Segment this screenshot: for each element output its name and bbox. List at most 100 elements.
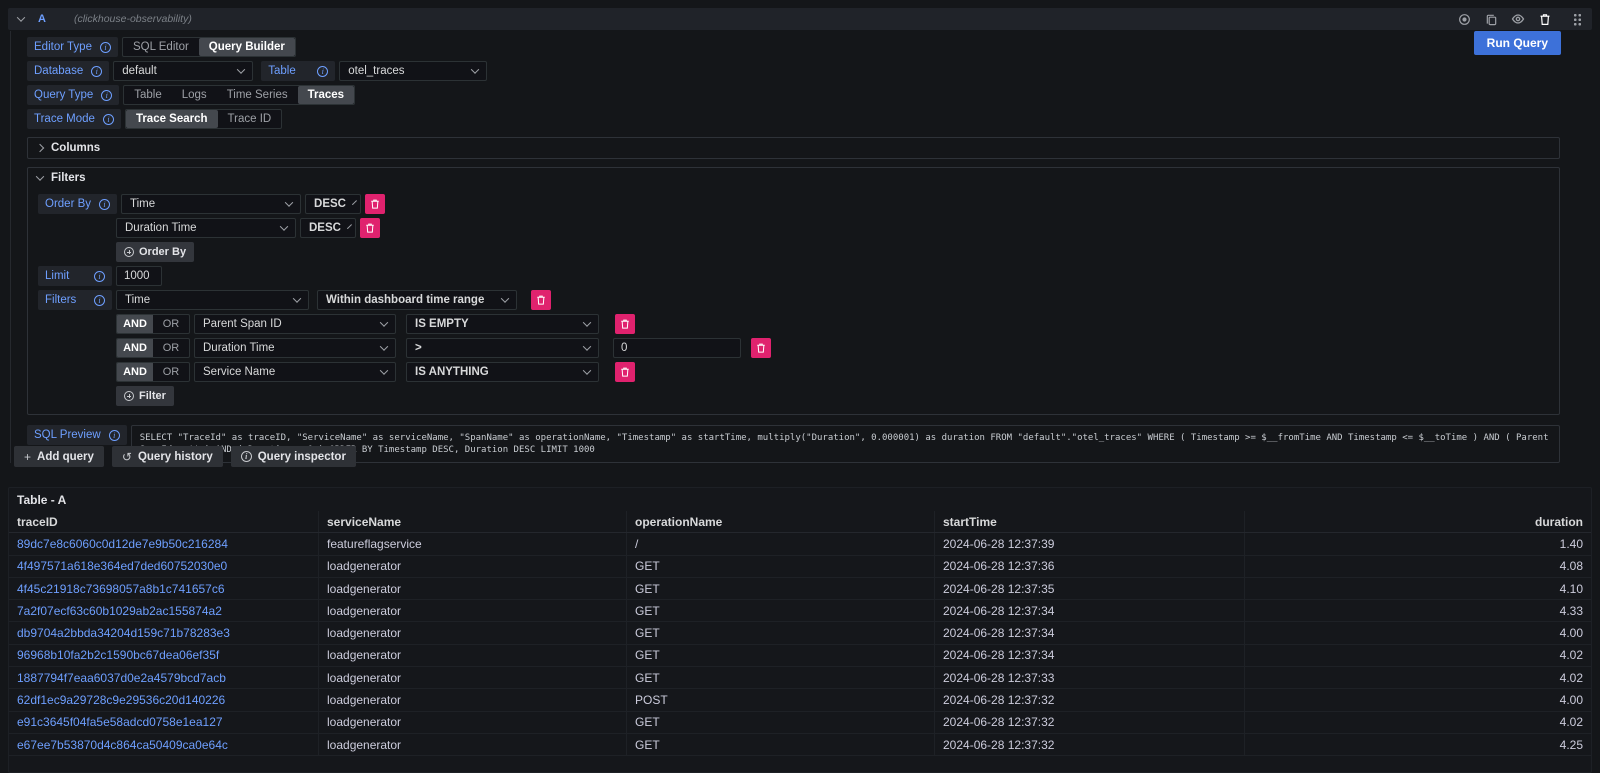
start-time-cell: 2024-06-28 12:37:35: [935, 578, 1245, 599]
database-select[interactable]: default: [113, 61, 253, 81]
filter-operator-select[interactable]: Within dashboard time range: [317, 290, 517, 310]
filter-field-select[interactable]: Time: [116, 290, 309, 310]
table-select[interactable]: otel_traces: [339, 61, 487, 81]
info-icon[interactable]: i: [109, 430, 120, 441]
order-by-field-select[interactable]: Duration Time: [116, 218, 296, 238]
columns-section-header[interactable]: Columns: [28, 138, 1559, 158]
chevron-down-icon: [237, 65, 245, 73]
filter-field-select[interactable]: Parent Span ID: [194, 314, 396, 334]
remove-filter-button[interactable]: [615, 314, 635, 334]
filter-operator-select[interactable]: IS EMPTY: [406, 314, 599, 334]
trace-mode-trace-id[interactable]: Trace ID: [218, 110, 282, 128]
column-header-servicename[interactable]: serviceName: [319, 511, 627, 532]
start-time-cell: 2024-06-28 12:37:32: [935, 712, 1245, 733]
remove-order-by-button[interactable]: [365, 194, 385, 214]
column-header-operationname[interactable]: operationName: [627, 511, 935, 532]
table-row: 7a2f07ecf63c60b1029ab2ac155874a2 loadgen…: [9, 600, 1591, 622]
editor-type-toggle: SQL Editor Query Builder: [122, 37, 296, 57]
add-filter-button[interactable]: Filter: [116, 386, 174, 406]
trace-id-link[interactable]: 89dc7e8c6060c0d12de7e9b50c216284: [9, 533, 319, 554]
eye-icon[interactable]: [1511, 12, 1525, 26]
query-ref-id[interactable]: A: [38, 13, 46, 25]
column-header-duration[interactable]: duration: [1245, 511, 1591, 532]
query-type-table[interactable]: Table: [124, 86, 172, 104]
duration-cell: 4.02: [1245, 667, 1591, 688]
remove-filter-button[interactable]: [615, 362, 635, 382]
remove-filter-button[interactable]: [751, 338, 771, 358]
info-icon[interactable]: i: [103, 114, 114, 125]
trace-mode-trace-search[interactable]: Trace Search: [126, 110, 218, 128]
duration-cell: 4.08: [1245, 556, 1591, 577]
query-inspector-button[interactable]: i Query inspector: [231, 446, 356, 467]
editor-type-query-builder[interactable]: Query Builder: [199, 38, 295, 56]
order-by-direction-select[interactable]: DESC: [300, 218, 356, 238]
trace-id-link[interactable]: e91c3645f04fa5e58adcd0758e1ea127: [9, 712, 319, 733]
limit-input[interactable]: [116, 266, 162, 286]
query-history-button[interactable]: ↺ Query history: [112, 446, 223, 467]
or-option[interactable]: OR: [153, 315, 189, 333]
remove-filter-button[interactable]: [531, 290, 551, 310]
duration-cell: 1.40: [1245, 533, 1591, 554]
query-editor: Editor Type i SQL Editor Query Builder D…: [10, 31, 1560, 463]
and-option[interactable]: AND: [117, 315, 153, 333]
or-option[interactable]: OR: [153, 363, 189, 381]
trace-mode-row: Trace Mode i Trace Search Trace ID: [27, 109, 1560, 129]
start-time-cell: 2024-06-28 12:37:39: [935, 533, 1245, 554]
info-icon[interactable]: i: [94, 295, 105, 306]
chevron-down-icon: [471, 65, 479, 73]
remove-order-by-button[interactable]: [360, 218, 380, 238]
operation-name-cell: POST: [627, 689, 935, 710]
info-icon[interactable]: i: [101, 90, 112, 101]
trace-id-link[interactable]: db9704a2bbda34204d159c71b78283e3: [9, 622, 319, 643]
duration-cell: 4.02: [1245, 645, 1591, 666]
and-option[interactable]: AND: [117, 363, 153, 381]
info-icon[interactable]: i: [94, 271, 105, 282]
collapse-chevron-icon[interactable]: [17, 13, 25, 21]
column-header-traceid[interactable]: traceID: [9, 511, 319, 532]
drag-handle-icon[interactable]: [1573, 13, 1582, 26]
chevron-down-icon: [293, 294, 301, 302]
time-filter-row: Filters i Time Within dashboard time ran…: [38, 290, 1549, 310]
info-icon[interactable]: i: [317, 66, 328, 77]
database-table-row: Database i default Table i otel_traces: [27, 61, 1560, 81]
delete-query-icon[interactable]: [1538, 12, 1552, 26]
query-type-logs[interactable]: Logs: [172, 86, 217, 104]
trace-id-link[interactable]: 96968b10fa2b2c1590bc67dea06ef35f: [9, 645, 319, 666]
trace-id-link[interactable]: 1887794f7eaa6037d0e2a4579bcd7acb: [9, 667, 319, 688]
plus-icon: +: [24, 450, 31, 464]
trace-id-link[interactable]: e67ee7b53870d4c864ca50409ca0e64c: [9, 734, 319, 755]
trace-id-link[interactable]: 4f45c21918c73698057a8b1c741657c6: [9, 578, 319, 599]
order-by-row-2: Duration Time DESC: [38, 218, 1549, 238]
filter-field-select[interactable]: Service Name: [194, 362, 396, 382]
info-icon[interactable]: i: [99, 199, 110, 210]
editor-type-label: Editor Type i: [27, 37, 118, 57]
and-option[interactable]: AND: [117, 339, 153, 357]
column-header-starttime[interactable]: startTime: [935, 511, 1245, 532]
info-icon[interactable]: i: [91, 66, 102, 77]
add-order-by-button[interactable]: Order By: [116, 242, 194, 262]
filter-value-input[interactable]: [613, 338, 741, 358]
record-icon[interactable]: [1457, 12, 1471, 26]
service-name-cell: loadgenerator: [319, 578, 627, 599]
chevron-down-icon: [380, 318, 388, 326]
trace-id-link[interactable]: 62df1ec9a29728c9e29536c20d140226: [9, 689, 319, 710]
info-icon[interactable]: i: [100, 42, 111, 53]
copy-icon[interactable]: [1484, 12, 1498, 26]
filters-section-header[interactable]: Filters: [28, 168, 1559, 188]
chevron-right-icon: [36, 144, 44, 152]
trace-id-link[interactable]: 7a2f07ecf63c60b1029ab2ac155874a2: [9, 600, 319, 621]
order-by-field-select[interactable]: Time: [121, 194, 301, 214]
or-option[interactable]: OR: [153, 339, 189, 357]
query-row-header: A (clickhouse-observability): [8, 8, 1592, 30]
filter-operator-select[interactable]: >: [406, 338, 599, 358]
table-row: 4f497571a618e364ed7ded60752030e0 loadgen…: [9, 556, 1591, 578]
trace-id-link[interactable]: 4f497571a618e364ed7ded60752030e0: [9, 556, 319, 577]
table-row: e67ee7b53870d4c864ca50409ca0e64c loadgen…: [9, 734, 1591, 756]
filter-operator-select[interactable]: IS ANYTHING: [406, 362, 599, 382]
query-type-time-series[interactable]: Time Series: [217, 86, 298, 104]
order-by-direction-select[interactable]: DESC: [305, 194, 361, 214]
filter-field-select[interactable]: Duration Time: [194, 338, 396, 358]
query-type-traces[interactable]: Traces: [298, 86, 354, 104]
editor-type-sql-editor[interactable]: SQL Editor: [123, 38, 199, 56]
add-query-button[interactable]: + Add query: [14, 446, 104, 467]
